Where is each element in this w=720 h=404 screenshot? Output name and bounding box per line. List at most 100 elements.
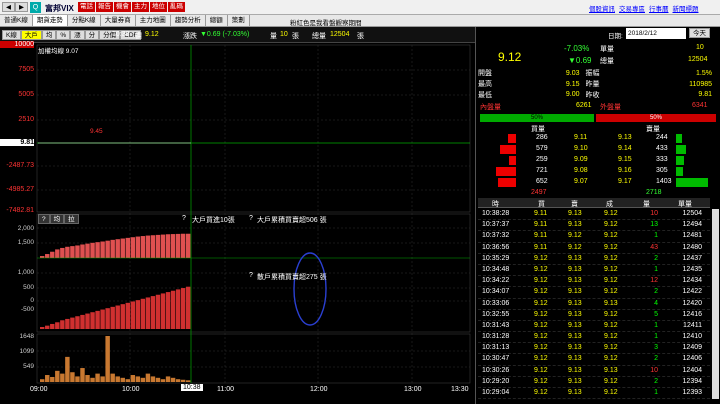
bar <box>110 306 115 329</box>
tab-total[interactable]: 總額 <box>206 15 228 26</box>
bar <box>60 373 65 382</box>
price-value: 9.12 <box>145 31 159 38</box>
tab-plan[interactable]: 策劃 <box>228 15 250 26</box>
ask-price: 9.16 <box>618 167 632 174</box>
help-icon[interactable]: ? <box>182 215 186 222</box>
total-vol-value: 12504 <box>688 56 708 63</box>
pull-tool-button[interactable]: 拉 <box>64 214 79 224</box>
tab-futures-trend[interactable]: 期貨走勢 <box>32 15 68 26</box>
bar <box>155 294 161 329</box>
trades-scrollbar[interactable] <box>712 209 719 399</box>
tab-title: 粉紅色是我看盤觀察期間 <box>290 20 362 27</box>
total-value: 12504 <box>330 31 350 38</box>
sub1-y-label: 1,000 <box>17 269 34 276</box>
time-tick: 11:00 <box>217 386 234 393</box>
trade-ask: 9.13 <box>568 277 582 285</box>
link-news[interactable]: 新聞標題 <box>673 6 699 13</box>
help-button[interactable]: ? <box>38 214 50 224</box>
trades-list: 10:38:28 9.11 9.13 9.12 10 12504 10:37:37 9.11 9… <box>478 209 710 400</box>
back-arrow-icon[interactable]: ◀ <box>2 2 15 12</box>
trade-price: 9.12 <box>604 344 618 352</box>
trade-row: 10:35:29 9.12 9.13 9.12 2 12437 <box>478 254 710 265</box>
bar <box>125 379 130 382</box>
today-button[interactable]: 今天 <box>689 28 710 38</box>
trade-bid: 9.12 <box>534 389 548 396</box>
bar <box>55 370 60 382</box>
trade-ask: 9.13 <box>568 221 582 229</box>
menu-item[interactable]: 主力 <box>132 2 149 12</box>
menu-item[interactable]: 機會 <box>114 2 131 12</box>
tab-main-map[interactable]: 主力地圖 <box>136 15 171 26</box>
percent-button[interactable]: % <box>56 30 71 40</box>
ask-vol: 433 <box>656 145 668 152</box>
orderbook-row: 259 9.09 9.15 333 <box>476 155 720 166</box>
date-input[interactable]: 2018/2/12 <box>626 28 686 39</box>
tab-normal-k[interactable]: 普通K線 <box>0 15 33 26</box>
trade-vol: 4 <box>654 299 658 307</box>
cyan-q-tab[interactable]: Q <box>30 2 41 13</box>
sub1-label-a: 大戶買進10張 <box>192 217 235 224</box>
trade-row: 10:31:28 9.12 9.13 9.12 1 12410 <box>478 332 710 344</box>
link-trade-area[interactable]: 交易專區 <box>619 6 645 13</box>
bar <box>75 245 80 258</box>
trade-total: 12404 <box>682 366 702 374</box>
total-label: 總量 <box>312 33 326 40</box>
trade-price: 9.12 <box>604 310 618 318</box>
trade-row: 10:33:06 9.12 9.13 9.13 4 12420 <box>478 299 710 310</box>
bid-vol: 286 <box>536 134 548 141</box>
bar <box>185 233 191 258</box>
sub2-label: 散戶累積買賣超275 張 <box>257 274 327 281</box>
bar <box>45 325 50 329</box>
change-value: ▼0.69 (-7.03%) <box>200 31 250 38</box>
trade-ask: 9.12 <box>568 232 582 240</box>
menu-item[interactable]: 地位 <box>150 2 167 12</box>
k-line-button[interactable]: K線 <box>2 30 21 40</box>
tab-big-broker[interactable]: 大量券商 <box>101 15 136 26</box>
menu-item[interactable]: 電話 <box>78 2 95 12</box>
trade-time: 10:29:04 <box>482 389 510 396</box>
forward-arrow-icon[interactable]: ▶ <box>15 2 28 12</box>
avg-tool-button[interactable]: 均 <box>49 214 65 224</box>
inner-label: 內盤量 <box>480 104 501 111</box>
minute-button[interactable]: 分 <box>84 30 100 40</box>
bar <box>145 297 151 329</box>
bid-vol: 579 <box>536 145 548 152</box>
trade-ask: 9.12 <box>568 243 582 251</box>
ref-label: 9.45 <box>90 128 103 135</box>
tab-minute-k[interactable]: 分點K線 <box>68 15 101 26</box>
tab-trend-analysis[interactable]: 趨勢分析 <box>171 15 206 26</box>
bar <box>140 377 146 382</box>
ask-bar <box>676 178 708 187</box>
menu-item[interactable]: 報告 <box>96 2 113 12</box>
trade-vol: 10 <box>650 366 658 374</box>
volume-bars <box>40 336 191 382</box>
bar <box>165 376 171 382</box>
link-stock-info[interactable]: 個股資訊 <box>589 6 615 13</box>
trade-row: 10:30:47 9.12 9.13 9.12 2 12406 <box>478 354 710 366</box>
bid-price: 9.09 <box>574 156 588 163</box>
help-icon[interactable]: ? <box>249 215 253 222</box>
menu-item[interactable]: 亂碼 <box>168 2 185 12</box>
main-legend: 加權均線 9.07 <box>38 48 79 55</box>
ask-bar <box>676 156 684 165</box>
bar <box>115 376 120 382</box>
bar <box>135 236 141 258</box>
trade-price: 9.12 <box>604 333 618 341</box>
link-calendar[interactable]: 行事曆 <box>649 6 669 13</box>
trade-price: 9.12 <box>604 254 618 262</box>
trade-time: 10:30:47 <box>482 355 510 363</box>
ask-bar <box>676 134 682 143</box>
y-label-ref: 9.81 <box>0 139 34 146</box>
toolbar-time: 10:38 <box>112 31 130 38</box>
big-holder-button[interactable]: 大戶 <box>20 30 42 40</box>
trade-vol: 2 <box>654 288 658 296</box>
trade-ask: 9.13 <box>568 333 582 341</box>
bid-vol: 721 <box>536 167 548 174</box>
change-button[interactable]: 漲 <box>70 30 85 40</box>
trade-total: 12504 <box>682 210 702 217</box>
avg-button[interactable]: 均 <box>41 30 57 40</box>
bar <box>125 237 130 258</box>
time-tick: 13:00 <box>404 386 422 393</box>
help-icon[interactable]: ? <box>249 272 253 279</box>
bar <box>130 301 136 329</box>
